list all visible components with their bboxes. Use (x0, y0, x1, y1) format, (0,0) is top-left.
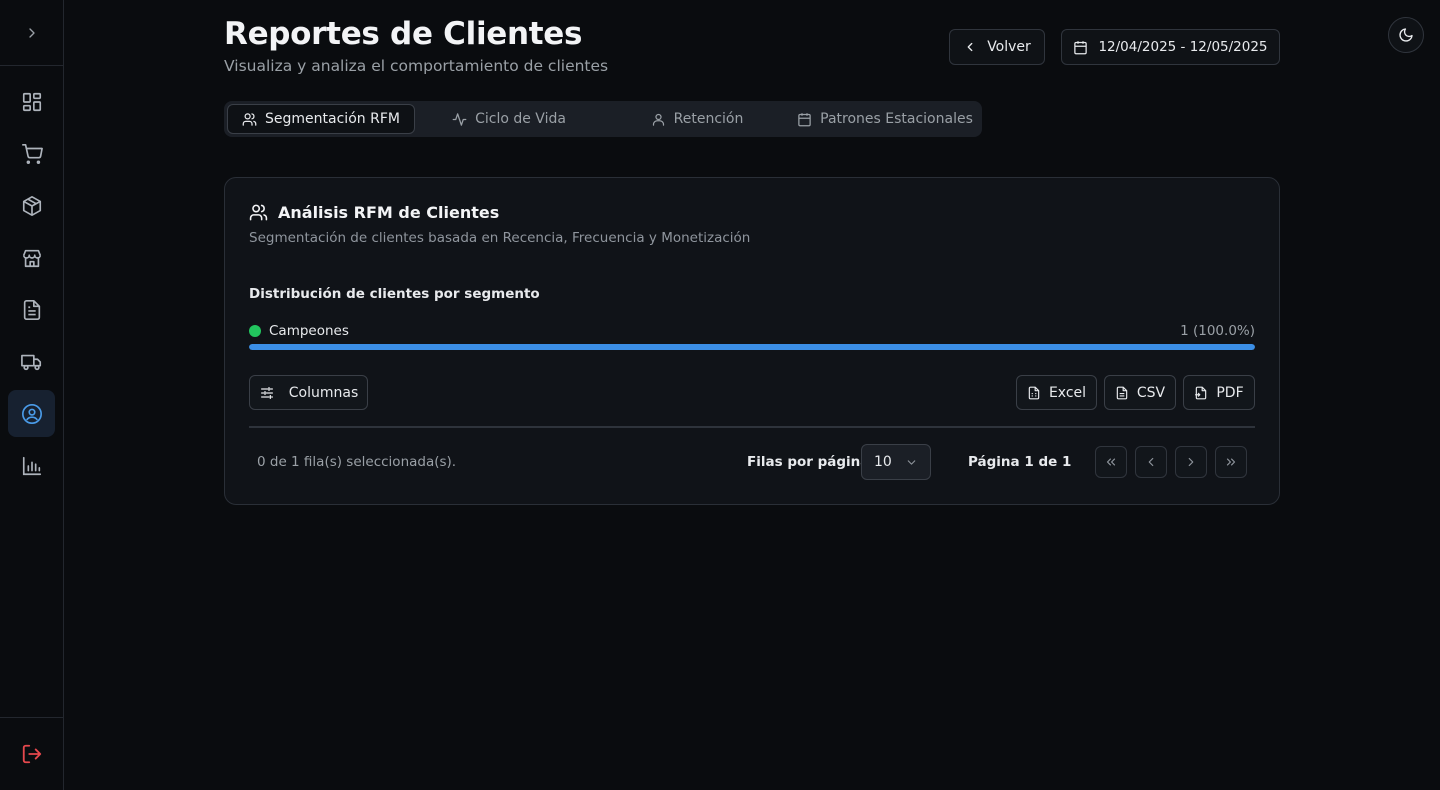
sidebar-item-reports[interactable] (8, 442, 55, 489)
chevron-left-icon (963, 40, 977, 54)
tab-label: Retención (673, 111, 744, 127)
card-title: Análisis RFM de Clientes (249, 203, 499, 222)
users-icon (242, 112, 257, 127)
user-icon (651, 112, 666, 127)
activity-icon (452, 112, 467, 127)
rows-per-page-select[interactable]: 10 (861, 444, 931, 480)
sidebar-item-dashboard[interactable] (8, 78, 55, 125)
page-indicator: Página 1 de 1 (968, 454, 1072, 470)
export-excel-label: Excel (1048, 384, 1087, 401)
document-icon (1115, 386, 1129, 400)
sidebar-item-documents[interactable] (8, 286, 55, 333)
table-divider (249, 426, 1255, 428)
sidebar-item-stores[interactable] (8, 234, 55, 281)
store-icon (21, 247, 43, 269)
date-range-label: 12/04/2025 - 12/05/2025 (1098, 39, 1268, 55)
logout-icon (21, 743, 43, 765)
last-page-button[interactable] (1215, 446, 1247, 478)
package-icon (21, 195, 43, 217)
rfm-analysis-card: Análisis RFM de Clientes Segmentación de… (224, 177, 1280, 505)
card-description: Segmentación de clientes basada en Recen… (249, 230, 751, 246)
back-button[interactable]: Volver (949, 29, 1045, 65)
calendar-icon (1073, 40, 1088, 55)
rows-per-page-value: 10 (874, 454, 892, 470)
sidebar-item-shipping[interactable] (8, 338, 55, 385)
distribution-title: Distribución de clientes por segmento (249, 286, 540, 302)
export-csv-button[interactable]: CSV (1104, 375, 1176, 410)
chevrons-left-icon (1104, 455, 1118, 469)
page-title: Reportes de Clientes (224, 16, 583, 52)
sidebar-item-sales[interactable] (8, 130, 55, 177)
sidebar (0, 0, 64, 790)
cart-icon (21, 143, 43, 165)
export-pdf-button[interactable]: PDF (1183, 375, 1255, 410)
moon-icon (1398, 27, 1414, 43)
page-subtitle: Visualiza y analiza el comportamiento de… (224, 57, 609, 75)
spreadsheet-icon (1027, 386, 1041, 400)
tab-label: Ciclo de Vida (475, 111, 566, 127)
chevron-left-icon (1144, 455, 1158, 469)
sidebar-item-customers[interactable] (8, 390, 55, 437)
tab-retencion[interactable]: Retención (603, 104, 791, 134)
sidebar-toggle-button[interactable] (0, 0, 63, 66)
dashboard-icon (21, 91, 43, 113)
theme-toggle-button[interactable] (1388, 17, 1424, 53)
sliders-icon (259, 385, 275, 401)
chevron-right-icon (24, 25, 40, 41)
export-excel-button[interactable]: Excel (1016, 375, 1097, 410)
tab-ciclo-de-vida[interactable]: Ciclo de Vida (415, 104, 603, 134)
columns-button-label: Columnas (288, 384, 359, 401)
tab-segmentacion-rfm[interactable]: Segmentación RFM (227, 104, 415, 134)
rows-per-page-label: Filas por página (747, 454, 870, 470)
selection-status: 0 de 1 fila(s) seleccionada(s). (257, 454, 457, 470)
truck-icon (20, 351, 43, 373)
first-page-button[interactable] (1095, 446, 1127, 478)
segment-name: Campeones (269, 323, 349, 339)
previous-page-button[interactable] (1135, 446, 1167, 478)
users-icon (249, 203, 268, 222)
back-button-label: Volver (987, 39, 1031, 55)
export-pdf-label: PDF (1216, 384, 1244, 401)
segment-color-dot (249, 325, 261, 337)
segment-progress-bar (249, 344, 1255, 350)
date-range-picker[interactable]: 12/04/2025 - 12/05/2025 (1061, 29, 1280, 65)
segment-row: Campeones 1 (100.0%) (249, 321, 1255, 341)
report-tabs: Segmentación RFM Ciclo de Vida Retención… (224, 101, 982, 137)
segment-progress-fill (249, 344, 1255, 350)
export-csv-label: CSV (1136, 384, 1166, 401)
next-page-button[interactable] (1175, 446, 1207, 478)
chevron-down-icon (905, 456, 918, 469)
file-export-icon (1194, 386, 1208, 400)
chevrons-right-icon (1224, 455, 1238, 469)
calendar-icon (797, 112, 812, 127)
card-title-text: Análisis RFM de Clientes (278, 203, 500, 222)
logout-button[interactable] (0, 717, 63, 790)
chevron-right-icon (1184, 455, 1198, 469)
tab-label: Segmentación RFM (265, 111, 400, 127)
columns-button[interactable]: Columnas (249, 375, 368, 410)
bar-chart-icon (21, 455, 43, 477)
document-icon (21, 299, 43, 321)
tab-label: Patrones Estacionales (820, 111, 973, 127)
user-circle-icon (21, 403, 43, 425)
tab-patrones-estacionales[interactable]: Patrones Estacionales (791, 104, 979, 134)
sidebar-item-products[interactable] (8, 182, 55, 229)
segment-value: 1 (100.0%) (1180, 323, 1255, 339)
